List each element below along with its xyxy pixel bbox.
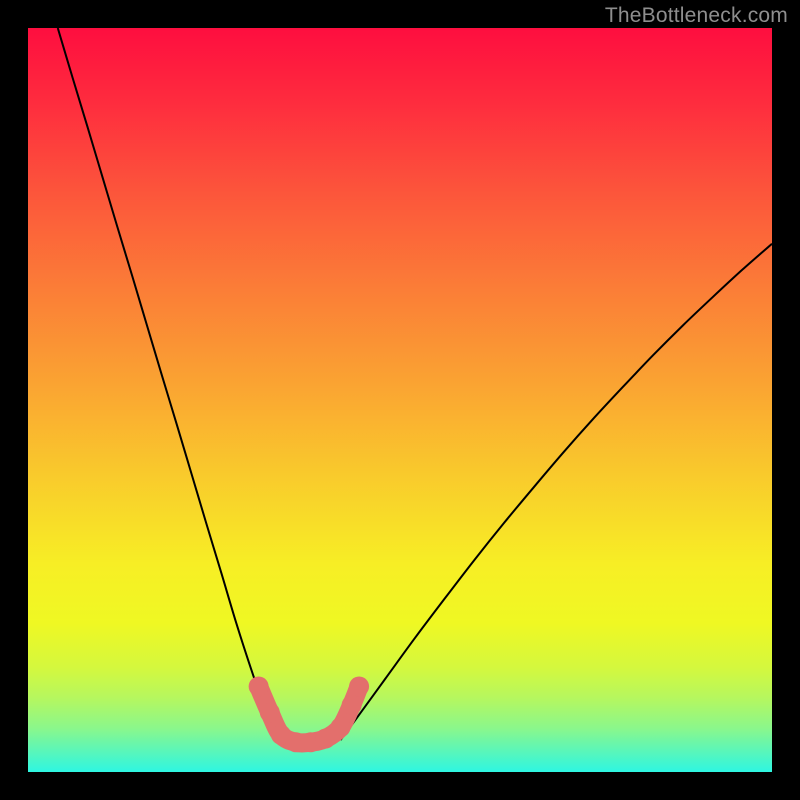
plot-curves: [28, 28, 772, 772]
valley-floor-markers: [249, 676, 369, 752]
curve-left-arm: [58, 28, 277, 740]
watermark-text: TheBottleneck.com: [605, 4, 788, 28]
chart-frame: TheBottleneck.com: [0, 0, 800, 800]
curve-right-arm: [340, 244, 772, 740]
plot-area: [28, 28, 772, 772]
